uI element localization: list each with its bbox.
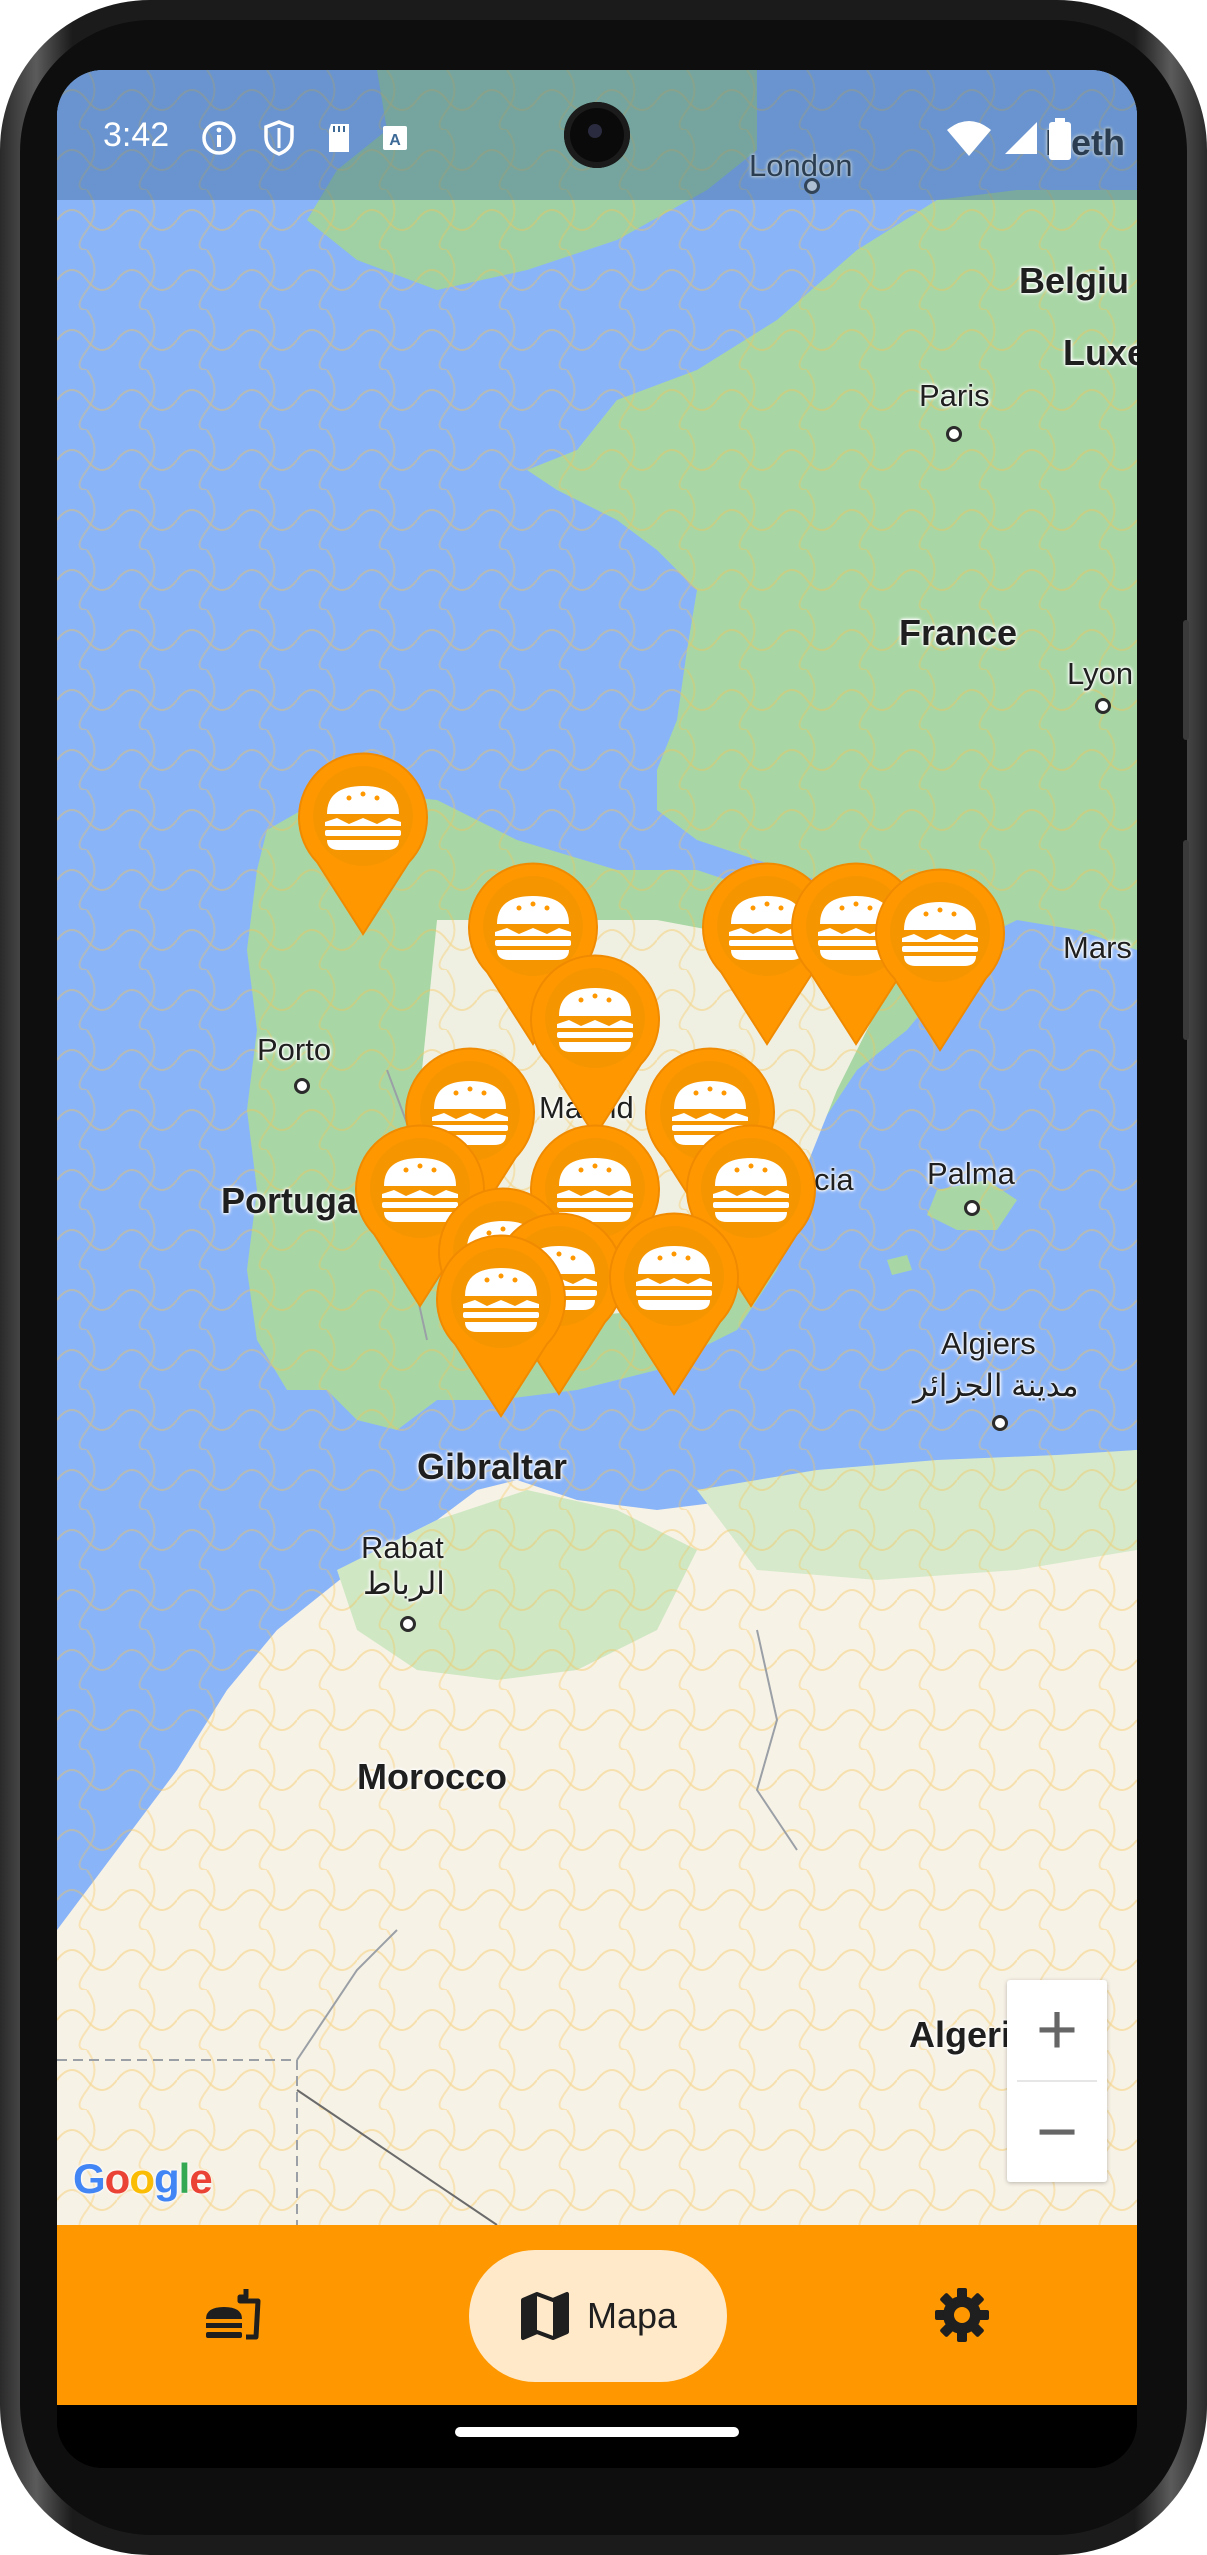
google-logo-letter: g <box>153 2155 180 2202</box>
zoom-controls: + − <box>1007 1980 1107 2182</box>
city-dot-palma <box>964 1200 980 1216</box>
status-time: 3:42 <box>103 116 170 154</box>
status-bar: 3:42 A <box>57 70 1137 200</box>
restaurant-marker[interactable] <box>608 1210 740 1396</box>
wifi-icon <box>947 121 991 156</box>
front-camera <box>564 102 630 168</box>
map-view[interactable]: London Neth Belgiu Luxe Paris France Lyo… <box>57 70 1137 2225</box>
label-belgium: Belgiu <box>1019 260 1130 301</box>
fastfood-icon <box>206 2289 261 2340</box>
label-algiers: Algiers <box>941 1326 1036 1361</box>
system-gesture-area <box>57 2405 1137 2468</box>
text-a-icon: A <box>383 126 407 150</box>
label-palma: Palma <box>927 1156 1015 1191</box>
restaurant-marker[interactable] <box>529 952 661 1138</box>
sd-card-icon <box>329 124 349 152</box>
city-dot-paris <box>946 426 962 442</box>
nav-item-map-label: Mapa <box>586 2295 678 2336</box>
google-logo-letter: l <box>178 2155 191 2202</box>
screen: London Neth Belgiu Luxe Paris France Lyo… <box>57 70 1137 2468</box>
label-rabat-arabic: الرباط <box>363 1566 445 1601</box>
label-marseille: Mars <box>1063 930 1132 965</box>
restaurant-marker[interactable] <box>435 1232 567 1418</box>
google-logo-letter: e <box>189 2155 212 2202</box>
restaurant-marker[interactable] <box>297 750 429 936</box>
burger-icon <box>530 954 660 1138</box>
home-gesture-handle[interactable] <box>455 2427 739 2437</box>
label-portugal: Portuga <box>221 1180 358 1221</box>
zoom-in-button[interactable]: + <box>1007 1980 1107 2080</box>
burger-icon <box>436 1234 566 1418</box>
settings-icon <box>935 2288 989 2342</box>
burger-icon <box>298 752 428 936</box>
nav-item-map[interactable]: Mapa <box>469 2250 727 2382</box>
label-paris: Paris <box>919 378 990 413</box>
volume-button <box>1183 840 1189 1040</box>
burger-icon <box>875 868 1005 1052</box>
nav-item-restaurants[interactable] <box>187 2270 277 2360</box>
label-rabat: Rabat <box>361 1530 444 1565</box>
label-france: France <box>899 612 1018 653</box>
label-luxembourg: Luxe <box>1063 332 1137 373</box>
label-morocco: Morocco <box>357 1756 508 1797</box>
city-dot-lyon <box>1095 698 1111 714</box>
city-dot-rabat <box>400 1616 416 1632</box>
power-button <box>1183 620 1189 740</box>
city-dot-porto <box>294 1078 310 1094</box>
label-porto: Porto <box>257 1032 332 1067</box>
city-dot-algiers <box>992 1415 1008 1431</box>
google-logo-letter: o <box>129 2155 155 2202</box>
label-lyon: Lyon <box>1067 656 1134 691</box>
google-logo-letter: o <box>104 2155 131 2202</box>
info-icon <box>202 121 236 155</box>
battery-icon <box>1049 118 1071 160</box>
svg-text:A: A <box>389 132 401 149</box>
label-algiers-arabic: مدينة الجزائر <box>913 1368 1079 1403</box>
signal-icon <box>1005 122 1037 154</box>
label-gibraltar: Gibraltar <box>417 1446 568 1487</box>
phone-frame: London Neth Belgiu Luxe Paris France Lyo… <box>0 0 1207 2555</box>
nav-item-settings[interactable] <box>917 2270 1007 2360</box>
zoom-out-button[interactable]: − <box>1007 2082 1107 2182</box>
bottom-navigation: Mapa <box>57 2225 1137 2405</box>
google-logo-letter: G <box>73 2155 106 2202</box>
restaurant-marker[interactable] <box>874 866 1006 1052</box>
shield-icon <box>264 120 294 156</box>
google-logo: Google <box>73 2155 213 2203</box>
burger-icon <box>609 1212 739 1396</box>
map-icon <box>520 2292 569 2340</box>
